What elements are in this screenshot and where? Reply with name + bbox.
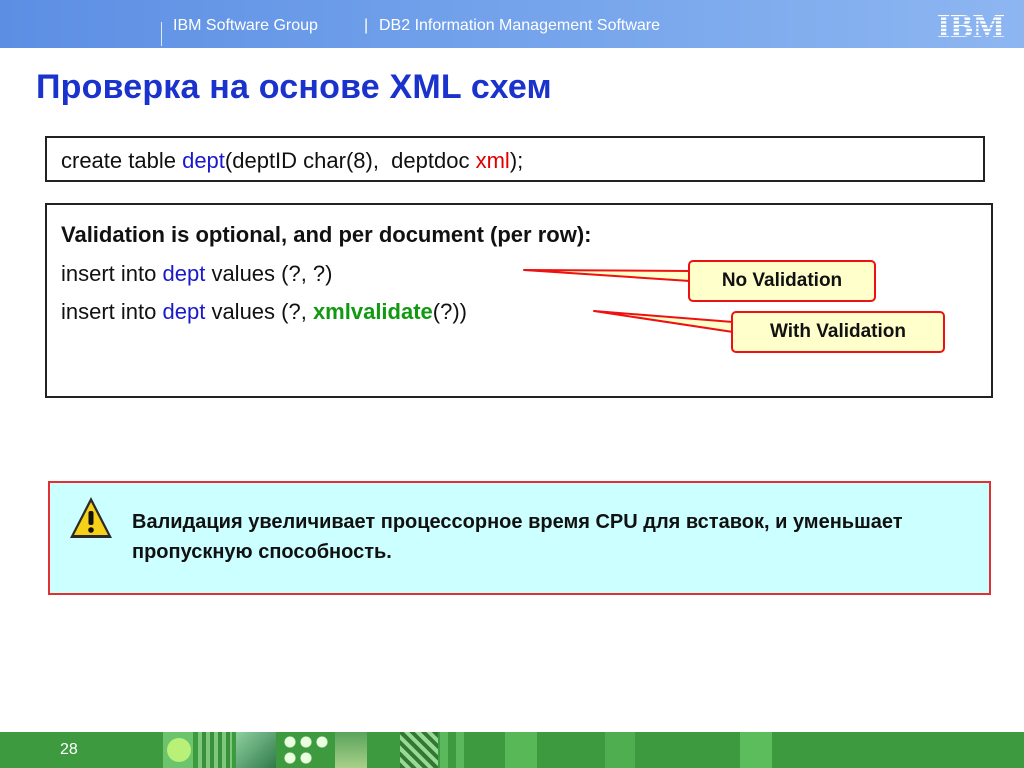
- code-keyword-dept: dept: [182, 148, 225, 173]
- warning-note-box: Валидация увеличивает процессорное время…: [48, 481, 991, 595]
- code-text: insert into: [61, 261, 163, 286]
- code-text: );: [509, 148, 524, 173]
- footer-bar: 28: [0, 732, 1024, 768]
- header-group-name: IBM Software Group: [173, 17, 318, 34]
- page-title: Проверка на основе XML схем: [36, 68, 552, 106]
- footer-decor-tile: [605, 732, 635, 768]
- footer-decor-tile: [335, 732, 367, 768]
- header-bar: IBM Software Group | DB2 Information Man…: [0, 0, 1024, 48]
- page-number: 28: [60, 741, 78, 758]
- code-text: (?)): [432, 299, 467, 324]
- ibm-logo: IBM: [937, 10, 1005, 40]
- footer-decor-tile: [400, 732, 438, 768]
- no-validation-callout: No Validation: [688, 260, 876, 302]
- code-keyword-dept: dept: [162, 299, 206, 324]
- svg-text:IBM: IBM: [937, 10, 1005, 40]
- footer-decor-tile: [236, 732, 276, 768]
- footer-decor-tile: [740, 732, 772, 768]
- insert-statement-with-validation: insert into dept values (?, xmlvalidate(…: [61, 299, 467, 325]
- footer-decor-tile: [505, 732, 537, 768]
- code-text: insert into: [61, 299, 163, 324]
- with-validation-callout: With Validation: [731, 311, 945, 353]
- footer-decor-stripes: [198, 732, 232, 768]
- create-table-code-box: create table dept(deptID char(8), deptdo…: [45, 136, 985, 182]
- code-text: values (?, ?): [205, 261, 333, 286]
- code-text: (deptID char(8), deptdoc: [224, 148, 476, 173]
- create-table-statement: create table dept(deptID char(8), deptdo…: [61, 148, 523, 174]
- code-keyword-dept: dept: [162, 261, 206, 286]
- insert-statement-no-validation: insert into dept values (?, ?): [61, 261, 333, 287]
- code-text: values (?,: [205, 299, 313, 324]
- header-product-name: DB2 Information Management Software: [379, 17, 661, 34]
- code-text: create table: [61, 148, 183, 173]
- validation-heading: Validation is optional, and per document…: [61, 222, 592, 247]
- footer-decor-dots: [282, 732, 330, 768]
- footer-decor-tile: [440, 732, 472, 768]
- warning-icon: [70, 497, 112, 538]
- header-divider: [161, 22, 162, 46]
- code-keyword-xml: xml: [475, 148, 510, 173]
- code-keyword-xmlvalidate: xmlvalidate: [312, 299, 433, 324]
- warning-text: Валидация увеличивает процессорное время…: [132, 511, 903, 563]
- footer-decor-circle: [167, 738, 191, 762]
- header-separator: |: [364, 17, 369, 34]
